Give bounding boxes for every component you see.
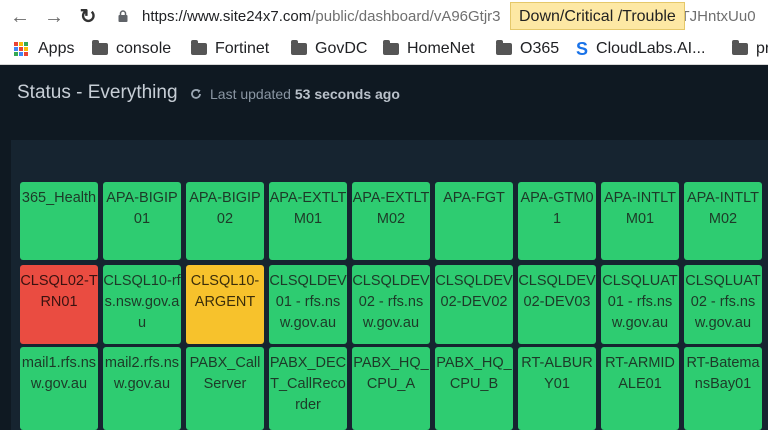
bookmark-label: Apps — [38, 40, 75, 57]
bookmarks-bar: Apps console Fortinet GovDC HomeNet O365… — [0, 34, 768, 65]
url-host: https://www.site24x7.com — [142, 8, 312, 25]
monitor-tile[interactable]: CLSQLDEV01 - rfs.nsw.gov.au — [269, 265, 347, 344]
s-logo-icon: S — [576, 38, 589, 59]
bookmark-apps[interactable]: Apps — [14, 38, 74, 60]
last-updated: Last updated 53 seconds ago — [210, 86, 400, 102]
bookmark-label: O365 — [520, 40, 560, 57]
bookmark-console[interactable]: console — [92, 38, 171, 60]
monitor-tile[interactable]: RT-BatemansBay01 — [684, 347, 762, 430]
monitor-tile[interactable]: PABX_DECT_CallRecorder — [269, 347, 347, 430]
monitor-tile[interactable]: CLSQLDEV02 - rfs.nsw.gov.au — [352, 265, 430, 344]
folder-icon — [291, 40, 307, 55]
monitor-tile[interactable]: CLSQLDEV02-DEV03 — [518, 265, 596, 344]
folder-icon — [732, 40, 748, 55]
bookmark-label: console — [116, 40, 172, 57]
folder-icon — [496, 40, 512, 55]
monitor-tile[interactable]: CLSQLUAT02 - rfs.nsw.gov.au — [684, 265, 762, 344]
monitor-tile[interactable]: CLSQL10-rfs.nsw.gov.au — [103, 265, 181, 344]
bookmark-label: HomeNet — [407, 40, 475, 57]
monitor-tile[interactable]: CLSQLUAT01 - rfs.nsw.gov.au — [601, 265, 679, 344]
back-arrow-icon[interactable]: ← — [8, 5, 32, 29]
browser-toolbar: ← → ↻ https://www.site24x7.com/public/da… — [0, 0, 768, 34]
monitor-tile[interactable]: APA-INTLTM01 — [601, 182, 679, 260]
bookmark-cloudlabs[interactable]: S CloudLabs.AI... — [576, 38, 705, 60]
bookmark-govdc[interactable]: GovDC — [291, 38, 367, 60]
lock-icon — [118, 10, 128, 22]
url-tail: TJHntxUu0 — [680, 8, 756, 25]
monitor-tile[interactable]: CLSQL10-ARGENT — [186, 265, 264, 344]
monitor-tile[interactable]: CLSQLDEV02-DEV02 — [435, 265, 513, 344]
reload-icon[interactable]: ↻ — [76, 5, 100, 29]
folder-icon — [92, 40, 108, 55]
bookmark-homenet[interactable]: HomeNet — [383, 38, 475, 60]
monitor-tile[interactable]: CLSQL02-TRN01 — [20, 265, 98, 344]
bookmark-label: Fortinet — [215, 40, 270, 57]
monitor-tile[interactable]: mail2.rfs.nsw.gov.au — [103, 347, 181, 430]
monitor-tile[interactable]: 365_Health — [20, 182, 98, 260]
monitor-tile[interactable]: RT-ALBURY01 — [518, 347, 596, 430]
folder-icon — [383, 40, 399, 55]
status-tooltip: Down/Critical /Trouble — [510, 2, 685, 30]
monitor-tile[interactable]: APA-EXTLTM02 — [352, 182, 430, 260]
bookmark-o365[interactable]: O365 — [496, 38, 559, 60]
monitor-tile[interactable]: PABX_HQ_CPU_B — [435, 347, 513, 430]
bookmark-pr[interactable]: pr — [732, 38, 768, 60]
monitor-tile[interactable]: RT-ARMIDALE01 — [601, 347, 679, 430]
folder-icon — [191, 40, 207, 55]
monitor-tile[interactable]: PABX_CallServer — [186, 347, 264, 430]
bookmark-label: pr — [756, 40, 768, 57]
monitor-tile[interactable]: APA-FGT — [435, 182, 513, 260]
monitor-tile[interactable]: APA-EXTLTM01 — [269, 182, 347, 260]
last-updated-label: Last updated — [210, 86, 291, 102]
monitor-tile[interactable]: APA-BIGIP01 — [103, 182, 181, 260]
url-path: /public/dashboard/vA96Gtjr3 — [311, 8, 501, 25]
monitor-tile[interactable]: APA-INTLTM02 — [684, 182, 762, 260]
monitor-tile[interactable]: APA-GTM01 — [518, 182, 596, 260]
refresh-icon[interactable] — [190, 88, 202, 100]
bookmark-label: CloudLabs.AI... — [596, 40, 706, 57]
bookmark-label: GovDC — [315, 40, 368, 57]
page-title: Status - Everything — [17, 82, 178, 103]
apps-grid-icon — [14, 42, 28, 56]
monitor-tile[interactable]: APA-BIGIP02 — [186, 182, 264, 260]
last-updated-value: 53 seconds ago — [294, 86, 400, 102]
monitor-tile[interactable]: mail1.rfs.nsw.gov.au — [20, 347, 98, 430]
forward-arrow-icon[interactable]: → — [42, 5, 66, 29]
monitor-tile[interactable]: PABX_HQ_CPU_A — [352, 347, 430, 430]
bookmark-fortinet[interactable]: Fortinet — [191, 38, 269, 60]
